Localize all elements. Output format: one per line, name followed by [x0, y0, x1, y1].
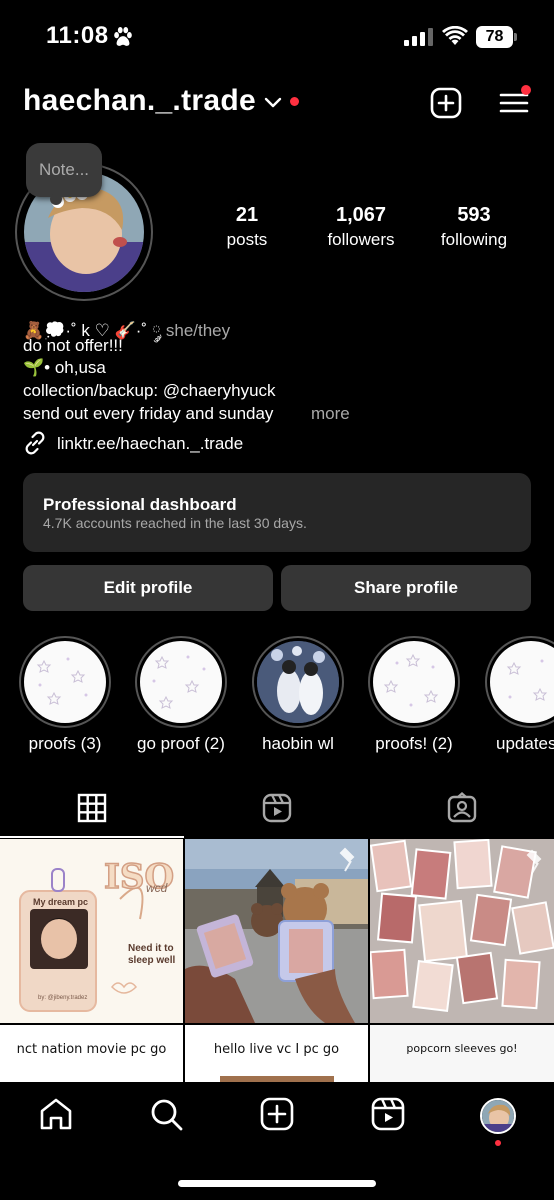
create-icon[interactable]: [259, 1096, 295, 1132]
highlight-label: haobin wl: [262, 734, 334, 753]
edit-profile-button[interactable]: Edit profile: [23, 565, 273, 611]
home-icon[interactable]: [38, 1096, 74, 1132]
status-bar: 11:08 78: [0, 0, 554, 72]
stat-followers-count: 1,067: [335, 204, 387, 226]
create-post-icon[interactable]: [430, 87, 462, 119]
tagged-tab-icon[interactable]: [446, 792, 478, 824]
post-side-text: Need it to sleep well: [128, 943, 176, 966]
post-tile[interactable]: [370, 839, 554, 1023]
search-icon[interactable]: [148, 1096, 184, 1132]
post-credit: by: @jibeny.tradez: [38, 995, 88, 1001]
highlight-cover: [257, 641, 339, 723]
post-tile[interactable]: [185, 839, 368, 1023]
post-caption[interactable]: hello live vc I pc go: [185, 1025, 368, 1082]
link-icon: [25, 431, 45, 455]
highlight-cover: [373, 641, 455, 723]
dashboard-title: Professional dashboard: [43, 495, 237, 514]
post-caption[interactable]: popcorn sleeves go!: [370, 1025, 554, 1082]
bio-pronouns: she/they: [165, 321, 231, 340]
dashboard-subtitle: 4.7K accounts reached in the last 30 day…: [43, 515, 307, 531]
reels-tab-icon[interactable]: [261, 792, 293, 824]
profile-username[interactable]: haechan._.trade: [23, 84, 256, 118]
stat-following[interactable]: 593 following: [432, 204, 516, 250]
profile-nav-avatar[interactable]: [480, 1098, 516, 1134]
chevron-down-icon[interactable]: [264, 96, 282, 110]
active-tab-indicator: [0, 836, 184, 838]
stat-following-label: following: [440, 230, 508, 249]
bio-line-4: collection/backup: @chaeryhyuck: [23, 381, 276, 400]
battery-indicator: 78: [476, 26, 518, 48]
highlight-label: go proof (2): [137, 734, 225, 753]
status-time: 11:08: [46, 22, 109, 49]
post-iso-sub: wcd: [146, 881, 168, 895]
stat-posts-label: posts: [226, 230, 268, 249]
stat-posts-count: 21: [235, 204, 259, 226]
stat-posts[interactable]: 21 posts: [211, 204, 283, 250]
post-card-text: My dream pc: [33, 897, 89, 907]
note-bubble[interactable]: Note...: [26, 143, 102, 205]
reels-icon[interactable]: [370, 1096, 406, 1132]
post-caption[interactable]: nct nation movie pc go: [0, 1025, 183, 1082]
wifi-icon: [442, 26, 468, 45]
bio-link[interactable]: linktr.ee/haechan._.trade: [57, 434, 243, 454]
highlight-label: proofs! (2): [375, 734, 453, 753]
bio-line-3: 🌱• oh,usa: [23, 358, 106, 377]
bio-line-2: do not offer!!!: [23, 336, 123, 355]
paw-icon: [114, 27, 132, 46]
grid-tab-icon[interactable]: [76, 792, 108, 824]
home-indicator: [178, 1180, 376, 1187]
account-notification-dot: [290, 97, 299, 106]
professional-dashboard[interactable]: Professional dashboard 4.7K accounts rea…: [23, 473, 531, 552]
battery-level: 78: [476, 26, 513, 48]
post-tile[interactable]: ISO wcd My dream pc Need it to sleep wel…: [0, 839, 183, 1023]
stat-followers-label: followers: [327, 230, 395, 249]
highlight-label: proofs (3): [28, 734, 102, 753]
highlight-cover: [140, 641, 222, 723]
stat-followers[interactable]: 1,067 followers: [316, 204, 406, 250]
stat-following-count: 593: [457, 204, 491, 226]
menu-notification-dot: [521, 85, 531, 95]
bio-line-5: send out every friday and sunday: [23, 404, 274, 423]
share-profile-button[interactable]: Share profile: [281, 565, 531, 611]
highlight-label: updates: [496, 734, 554, 753]
cellular-signal-icon: [404, 28, 433, 46]
bio-more-link[interactable]: more: [311, 404, 350, 424]
profile-notification-dot: [495, 1140, 501, 1146]
highlight-cover: [24, 641, 106, 723]
